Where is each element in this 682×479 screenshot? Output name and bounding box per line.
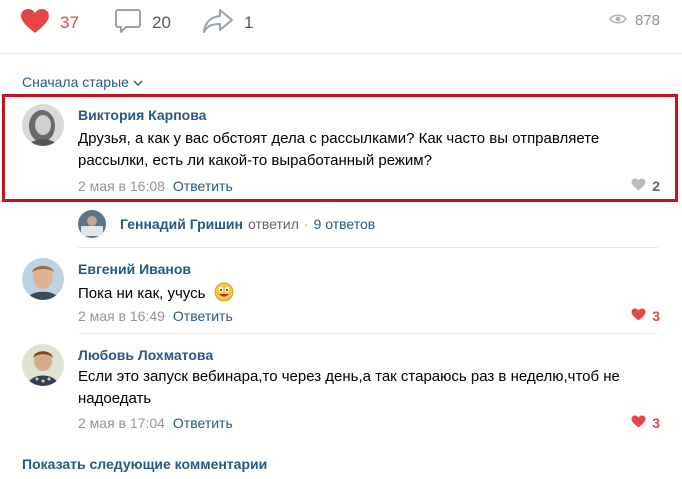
reply-button[interactable]: Ответить [173, 415, 233, 431]
comment-like-button[interactable]: 2 [631, 178, 660, 194]
share-button[interactable]: 1 [202, 8, 253, 38]
share-arrow-icon [202, 8, 234, 39]
sort-dropdown[interactable]: Сначала старые [22, 73, 143, 90]
comment-date[interactable]: 2 мая в 17:04 [78, 415, 165, 431]
avatar[interactable] [22, 344, 64, 386]
heart-icon [631, 178, 646, 194]
heart-icon [631, 308, 646, 324]
comment-like-count: 2 [652, 178, 660, 194]
comment-count: 20 [152, 13, 171, 32]
heart-icon [20, 8, 50, 39]
thread-separator: · [303, 216, 309, 232]
comment-like-button[interactable]: 3 [631, 415, 660, 431]
heart-icon [631, 415, 646, 431]
comment-like-count: 3 [652, 415, 660, 431]
comment-date[interactable]: 2 мая в 16:49 [78, 308, 165, 324]
comment-like-button[interactable]: 3 [631, 308, 660, 324]
like-count: 37 [60, 13, 79, 32]
comment-like-count: 3 [652, 308, 660, 324]
comment-author[interactable]: Евгений Иванов [78, 261, 191, 277]
thread-replies-count[interactable]: 9 ответов [314, 216, 376, 232]
show-more-comments-link[interactable]: Показать следующие комментарии [22, 456, 267, 472]
thread-author[interactable]: Геннадий Гришин [120, 216, 243, 232]
avatar[interactable] [78, 210, 106, 238]
comment-meta: 2 мая в 17:04 Ответить [78, 415, 233, 431]
chevron-down-icon [133, 74, 143, 90]
eye-icon [609, 12, 627, 29]
comment-text-content: Пока ни как, учусь [78, 285, 206, 302]
reply-button[interactable]: Ответить [173, 178, 233, 194]
replies-thread[interactable]: Геннадий Гришин ответил · 9 ответов [78, 208, 375, 240]
avatar[interactable] [22, 104, 64, 146]
reply-button[interactable]: Ответить [173, 308, 233, 324]
comment-meta: 2 мая в 16:49 Ответить [78, 308, 233, 324]
like-button[interactable]: 37 [20, 8, 79, 38]
views-counter: 878 [609, 12, 660, 29]
divider [78, 247, 658, 248]
views-count: 878 [634, 12, 660, 29]
share-count: 1 [244, 13, 254, 32]
thread-verb: ответил [248, 216, 299, 232]
speech-bubble-icon [114, 7, 142, 40]
comment-meta: 2 мая в 16:08 Ответить [78, 178, 233, 194]
comment-button[interactable]: 20 [114, 8, 171, 38]
divider [78, 333, 658, 334]
comment-author[interactable]: Виктория Карпова [78, 107, 206, 123]
comment-text: Если это запуск вебинара,то через день,а… [78, 368, 620, 407]
comment-text: Пока ни как, учусь [78, 282, 663, 309]
grinning-emoji-icon [214, 282, 234, 309]
divider [0, 53, 682, 54]
comment-author[interactable]: Любовь Лохматова [78, 347, 213, 363]
avatar[interactable] [22, 258, 64, 300]
comment-text: Друзья, а как у вас обстоят дела с рассы… [78, 130, 600, 169]
post-actions-bar: 37 20 1 878 [0, 0, 682, 46]
sort-label: Сначала старые [22, 73, 129, 90]
comment-date[interactable]: 2 мая в 16:08 [78, 178, 165, 194]
